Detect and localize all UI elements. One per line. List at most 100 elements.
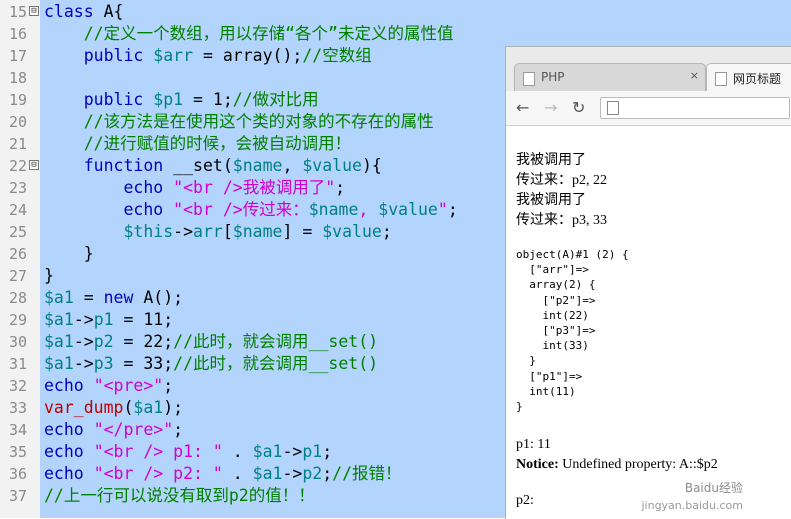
code-token: //做对比用 [232, 90, 319, 109]
var-dump-line: int(33) [516, 339, 589, 353]
page-icon [523, 72, 535, 86]
code-token: p2 [302, 464, 323, 483]
code-token: , [282, 156, 303, 175]
address-bar[interactable] [600, 97, 790, 119]
code-token: , [358, 200, 379, 219]
output-line: 传过来：p3, 33 [516, 213, 607, 228]
code-token: $arr [153, 46, 194, 65]
line-number: 16 [8, 25, 27, 43]
code-text: $this->arr[$name] = $value; [44, 221, 392, 243]
code-token: "<br />传过来： [173, 200, 309, 219]
code-token: ; [335, 178, 346, 197]
line-number: 32 [8, 377, 27, 395]
code-text: $a1 = new A(); [44, 287, 183, 309]
var-dump-line: int(11) [516, 384, 576, 398]
code-token: var_dump [44, 398, 124, 417]
code-token: = 33; [113, 354, 174, 373]
code-text: echo "<br /> p1: " . $a1->p1; [44, 441, 332, 463]
code-token: A{ [93, 2, 124, 21]
code-token: = 11; [113, 310, 174, 329]
code-token: //定义一个数组，用以存储“各个”未定义的属性值 [83, 24, 454, 43]
line-number: 27 [8, 267, 27, 285]
fold-toggle-icon[interactable]: ⊟ [29, 160, 39, 170]
code-token: = 22; [113, 332, 174, 351]
code-token: } [44, 266, 54, 285]
line-number: 23 [8, 179, 27, 197]
code-token: $p1 [153, 90, 184, 109]
code-token: $a1 [252, 464, 283, 483]
code-token: . [222, 464, 253, 483]
var-dump-line: object(A)#1 (2) { [516, 248, 629, 261]
code-text: //上一行可以说没有取到p2的值！！ [44, 485, 315, 507]
code-token: //空数组 [302, 46, 372, 65]
code-token: "<pre>" [93, 376, 164, 395]
code-token: -> [73, 310, 94, 329]
fold-toggle-icon[interactable]: ⊟ [29, 6, 39, 16]
line-number: 36 [8, 465, 27, 483]
code-token: $value [322, 222, 382, 241]
output-line: 传过来：p2, 22 [516, 173, 607, 188]
code-token: //上一行可以说没有取到p2的值！！ [44, 486, 315, 505]
line-number: 20 [8, 113, 27, 131]
var-dump-line: ["p2"]=> [516, 293, 596, 307]
code-token: } [44, 244, 94, 263]
notice-label: Notice: [516, 457, 559, 472]
code-text: echo "</pre>"; [44, 419, 183, 441]
code-token: echo [44, 420, 84, 439]
code-token: echo [123, 200, 164, 219]
tab-bar: PHP × 网页标题 [506, 47, 791, 93]
code-token: ; [381, 222, 392, 241]
code-token: -> [73, 332, 94, 351]
forward-arrow-icon[interactable]: → [544, 98, 557, 117]
code-token: $value [302, 156, 362, 175]
p1-output: p1: 11 [516, 437, 551, 452]
browser-window: PHP × 网页标题 ← → ↻ 我被调用了 传过来：p2, 22 我被调用了 … [505, 46, 791, 519]
code-token: $a1 [44, 354, 74, 373]
tab-php[interactable]: PHP × [514, 63, 706, 92]
code-token: -> [282, 442, 303, 461]
code-token: $a1 [44, 332, 74, 351]
code-text: $a1->p3 = 33;//此时，就会调用__set() [44, 353, 378, 375]
code-text: echo "<br /> p2: " . $a1->p2;//报错！ [44, 463, 402, 485]
line-number: 19 [8, 91, 27, 109]
code-token: //进行赋值的时候，会被自动调用！ [83, 134, 352, 153]
tab-web-title[interactable]: 网页标题 [706, 63, 791, 92]
notice-message: Notice: Undefined property: A::$p2 [516, 455, 718, 475]
back-arrow-icon[interactable]: ← [516, 98, 529, 117]
code-token: "<br /> p2: " [93, 464, 223, 483]
code-token: $name [232, 156, 283, 175]
line-number: 26 [8, 245, 27, 263]
code-token: -> [173, 222, 194, 241]
code-token: $name [308, 200, 359, 219]
line-number: 33 [8, 399, 27, 417]
code-text: public $arr = array();//空数组 [44, 45, 372, 67]
line-number: 30 [8, 333, 27, 351]
code-token: __set( [163, 156, 233, 175]
var-dump-line: ["p3"]=> [516, 324, 596, 337]
code-token: $a1 [44, 310, 74, 329]
code-token: ){ [361, 156, 382, 175]
code-token: echo [44, 376, 84, 395]
reload-icon[interactable]: ↻ [572, 98, 585, 117]
var-dump-line: ["p1"]=> [516, 369, 583, 383]
line-number: 15 [8, 3, 27, 21]
close-icon[interactable]: × [690, 69, 699, 82]
line-number: 37 [8, 487, 27, 505]
code-token: echo [44, 464, 84, 483]
line-number: 22 [8, 157, 27, 175]
watermark-url: jingyan.baidu.com [641, 499, 743, 512]
code-text: var_dump($a1); [44, 397, 183, 419]
tab-label: 网页标题 [733, 72, 782, 86]
line-number: 17 [8, 47, 27, 65]
code-text: //该方法是在使用这个类的对象的不存在的属性 [44, 111, 434, 133]
